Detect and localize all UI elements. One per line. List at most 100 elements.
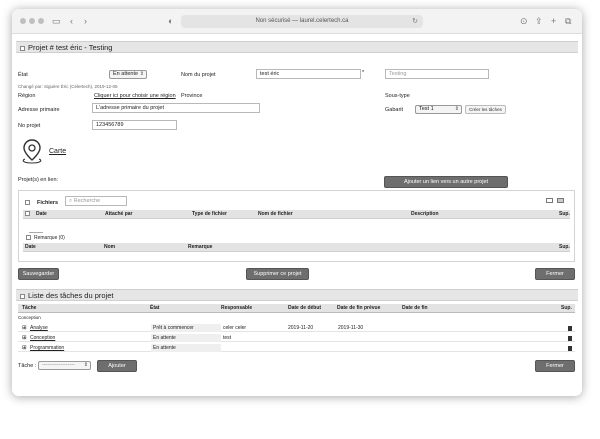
col-description[interactable]: Description — [411, 211, 439, 217]
tasks-collapse-toggle[interactable] — [20, 293, 25, 299]
remarks-title-row: Remarque (0) — [26, 235, 65, 241]
remarks-title: Remarque (0) — [34, 235, 65, 241]
task-start: 2019-11-20 — [288, 325, 314, 331]
delete-project-button[interactable]: Supprimer ce projet — [246, 268, 309, 280]
browser-toolbar: ▭ ‹ › ◐ Non sécurisé — laurel.celertech.… — [12, 9, 582, 34]
tasks-col-etat[interactable]: État — [150, 305, 159, 311]
map-pin-icon[interactable] — [20, 138, 44, 165]
privacy-shield-icon[interactable]: ◐ — [168, 15, 173, 27]
tache-select[interactable]: ------------------ ⇕ — [38, 361, 91, 370]
task-owner: test — [223, 335, 232, 341]
region-link[interactable]: Cliquer ici pour choisir une région — [94, 93, 176, 99]
task-group-label: Conception — [18, 315, 41, 320]
gabarit-value: Test 1 — [419, 106, 434, 112]
remarks-table-header: Date Nom Remarque Sup. — [23, 243, 570, 252]
etat-label: État — [18, 72, 28, 78]
task-row[interactable]: ⊞ Programmation En attente — [18, 344, 575, 352]
gabarit-select[interactable]: Test 1 ⇕ — [415, 105, 462, 114]
tasks-col-date-fin-prevue[interactable]: Date de fin prévue — [337, 305, 380, 311]
col-nom-fichier[interactable]: Nom de fichier — [258, 211, 293, 217]
col-date[interactable]: Date — [36, 211, 47, 217]
nom-projet-input[interactable]: test éric — [256, 69, 361, 79]
new-tab-icon[interactable]: + — [551, 15, 556, 27]
chevron-down-icon: ⇕ — [454, 106, 459, 112]
close-window-dot[interactable] — [20, 18, 26, 24]
trash-icon[interactable] — [568, 336, 572, 341]
task-row[interactable]: ⊞ Conception En attente test — [18, 334, 575, 342]
required-asterisk: * — [362, 70, 365, 76]
maximize-window-dot[interactable] — [38, 18, 44, 24]
share-icon[interactable]: ⇪ — [535, 15, 543, 27]
add-task-button[interactable]: Ajouter — [97, 360, 137, 372]
tasks-col-tache[interactable]: Tâche — [22, 305, 36, 311]
tab-overview-icon[interactable]: ⧉ — [565, 15, 571, 27]
expand-icon[interactable]: ⊞ — [22, 334, 27, 342]
task-name-link[interactable]: Programmation — [30, 344, 64, 352]
remarks-collapse-toggle[interactable] — [26, 235, 31, 241]
etat-select[interactable]: En attente ⇕ — [109, 70, 147, 79]
chevron-down-icon: ⇕ — [139, 71, 144, 77]
testing-input[interactable]: Testing — [385, 69, 489, 79]
forward-icon[interactable]: › — [84, 15, 87, 27]
tasks-col-date-debut[interactable]: Date de début — [288, 305, 321, 311]
remarks-col-nom[interactable]: Nom — [104, 244, 115, 250]
region-label: Région — [18, 93, 36, 99]
files-panel: Fichiers ⌕ Recherche Date Attaché par Ty… — [18, 190, 575, 262]
project-title: Projet # test éric - Testing — [28, 43, 113, 52]
sous-type-label: Sous-type — [385, 93, 410, 99]
project-collapse-toggle[interactable] — [20, 45, 25, 51]
trash-icon[interactable] — [568, 326, 572, 331]
tasks-header: Liste des tâches du projet — [16, 289, 578, 301]
expand-icon[interactable]: ⊞ — [22, 344, 27, 352]
files-search-input[interactable]: ⌕ Recherche — [65, 196, 127, 206]
col-sup[interactable]: Sup. — [559, 211, 570, 217]
save-button[interactable]: Sauvegarder — [18, 268, 59, 280]
minimize-window-dot[interactable] — [29, 18, 35, 24]
changed-by-text: Changé par: Siguère Éric (Celertech), 20… — [18, 84, 118, 89]
task-row[interactable]: ⊞ Analyse Prêt à commencer celer celer 2… — [18, 324, 575, 332]
files-search-placeholder: Recherche — [73, 198, 101, 204]
download-icon[interactable]: ⊙ — [520, 15, 528, 27]
trash-icon[interactable] — [568, 346, 572, 351]
grid-view-icon[interactable] — [546, 198, 553, 203]
files-divider — [29, 232, 43, 233]
close-button[interactable]: Fermer — [535, 268, 575, 280]
address-bar[interactable]: Non sécurisé — laurel.celertech.ca ↻ — [181, 15, 423, 28]
task-state: Prêt à commencer — [151, 324, 221, 332]
tasks-title: Liste des tâches du projet — [28, 291, 114, 300]
col-attache-par[interactable]: Attaché par — [105, 211, 133, 217]
no-projet-input[interactable]: 123456789 — [92, 120, 177, 130]
tasks-col-date-fin[interactable]: Date de fin — [402, 305, 428, 311]
list-view-icon[interactable] — [557, 198, 564, 203]
browser-window: ▭ ‹ › ◐ Non sécurisé — laurel.celertech.… — [12, 9, 582, 396]
remarks-col-remarque[interactable]: Remarque — [188, 244, 212, 250]
ajouter-lien-button[interactable]: Ajouter un lien vers un autre projet — [384, 176, 508, 188]
chevron-down-icon: ⇕ — [83, 362, 88, 368]
sidebar-toggle-icon[interactable]: ▭ — [52, 15, 61, 27]
files-title: Fichiers — [37, 200, 59, 206]
remarks-col-sup[interactable]: Sup. — [559, 244, 570, 250]
expand-icon[interactable]: ⊞ — [22, 324, 27, 332]
reload-icon[interactable]: ↻ — [412, 15, 418, 28]
projets-en-lien-label: Projet(s) en lien: — [18, 177, 59, 183]
task-name-link[interactable]: Analyse — [30, 324, 48, 332]
tasks-col-sup[interactable]: Sup. — [561, 305, 572, 311]
tasks-col-responsable[interactable]: Responsable — [221, 305, 252, 311]
url-text: Non sécurisé — laurel.celertech.ca — [255, 18, 349, 24]
adresse-input[interactable]: L'adresse primaire du projet — [92, 103, 260, 113]
creer-taches-button[interactable]: Créer les tâches — [465, 105, 506, 114]
files-collapse-toggle[interactable] — [25, 200, 33, 206]
col-type-fichier[interactable]: Type de fichier — [192, 211, 227, 217]
back-icon[interactable]: ‹ — [70, 15, 73, 27]
tasks-close-button[interactable]: Fermer — [535, 360, 575, 372]
carte-link[interactable]: Carte — [49, 148, 66, 155]
remarks-col-date[interactable]: Date — [25, 244, 36, 250]
no-projet-label: No projet — [18, 123, 41, 129]
adresse-label: Adresse primaire — [18, 107, 60, 113]
tasks-table-header: Tâche État Responsable Date de début Dat… — [18, 304, 575, 313]
project-header: Projet # test éric - Testing — [16, 41, 578, 53]
tache-label: Tâche : — [18, 363, 37, 369]
task-name-link[interactable]: Conception — [30, 334, 55, 342]
task-state: En attente — [151, 334, 221, 342]
page-content: Projet # test éric - Testing État En att… — [12, 34, 582, 396]
